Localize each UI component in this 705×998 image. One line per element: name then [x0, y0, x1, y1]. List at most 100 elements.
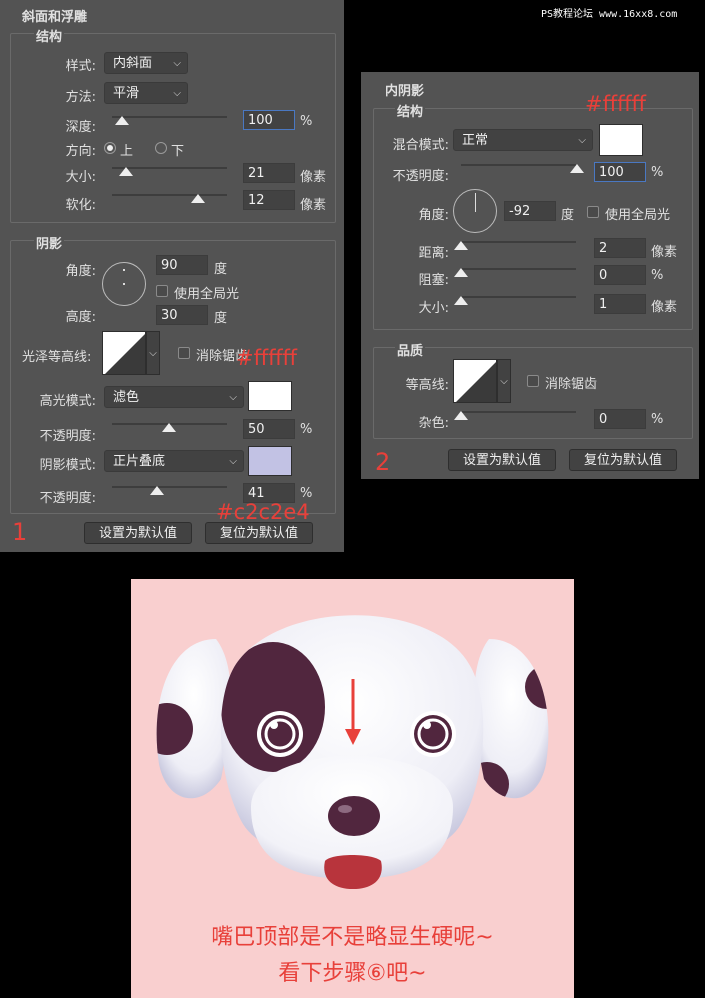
bevel-emboss-panel: 斜面和浮雕 结构 样式: 内斜面 ⌵ 方法: 平滑 ⌵ 深度: 100 % 方向… — [0, 0, 344, 552]
restore-default-button[interactable]: 复位为默认值 — [569, 449, 677, 471]
soften-label: 软化: — [65, 198, 96, 213]
depth-unit: % — [300, 114, 313, 129]
blend-mode-label: 混合模式: — [392, 138, 449, 153]
step-number-1: 1 — [12, 518, 28, 546]
distance-slider[interactable] — [461, 241, 576, 243]
restore-default-button[interactable]: 复位为默认值 — [205, 522, 313, 544]
size-label: 大小: — [418, 301, 449, 316]
chevron-down-icon: ⌵ — [229, 456, 237, 467]
highlight-mode-value: 滤色 — [113, 390, 140, 405]
size-unit: 像素 — [300, 170, 327, 185]
chevron-down-icon[interactable]: ⌵ — [497, 359, 511, 403]
style-dropdown[interactable]: 内斜面 ⌵ — [104, 52, 188, 74]
anti-alias-label: 消除锯齿 — [545, 377, 598, 392]
size-input[interactable]: 1 — [594, 294, 646, 314]
angle-dial[interactable] — [102, 262, 146, 306]
opacity-label: 不透明度: — [392, 169, 449, 184]
angle-input[interactable]: 90 — [156, 255, 208, 275]
opacity-unit: % — [651, 165, 664, 180]
reset-default-button[interactable]: 设置为默认值 — [84, 522, 192, 544]
gloss-contour-label: 光泽等高线: — [22, 350, 92, 365]
choke-input[interactable]: 0 — [594, 265, 646, 285]
global-light-label: 使用全局光 — [174, 287, 240, 302]
shadow-color-swatch[interactable] — [599, 124, 643, 156]
shadow-mode-value: 正片叠底 — [113, 454, 166, 469]
panel-header: 内阴影 — [385, 84, 425, 99]
shadow-opacity-label: 不透明度: — [39, 491, 96, 506]
distance-unit: 像素 — [651, 245, 678, 260]
noise-label: 杂色: — [418, 416, 449, 431]
highlight-mode-dropdown[interactable]: 滤色 ⌵ — [104, 386, 244, 408]
blend-mode-dropdown[interactable]: 正常 ⌵ — [453, 129, 593, 151]
distance-input[interactable]: 2 — [594, 238, 646, 258]
dog-tongue — [324, 855, 382, 889]
opacity-input[interactable]: 100 — [594, 162, 646, 182]
soften-unit: 像素 — [300, 198, 327, 213]
caption-line-2: 看下步骤⑥吧~ — [278, 961, 427, 986]
chevron-down-icon[interactable]: ⌵ — [146, 331, 160, 375]
blend-mode-value: 正常 — [462, 133, 489, 148]
direction-down-label: 下 — [171, 144, 185, 159]
direction-up-radio[interactable] — [104, 142, 116, 154]
angle-input[interactable]: -92 — [504, 201, 556, 221]
method-dropdown[interactable]: 平滑 ⌵ — [104, 82, 188, 104]
opacity-slider[interactable] — [461, 164, 576, 166]
anti-alias-checkbox[interactable] — [527, 375, 539, 387]
size-input[interactable]: 21 — [243, 163, 295, 183]
anti-alias-checkbox[interactable] — [178, 347, 190, 359]
direction-label: 方向: — [65, 144, 96, 159]
soften-slider[interactable] — [112, 194, 227, 196]
highlight-opacity-label: 不透明度: — [39, 429, 96, 444]
altitude-input[interactable]: 30 — [156, 305, 208, 325]
angle-dial[interactable] — [453, 189, 497, 233]
contour-preview[interactable] — [453, 359, 497, 403]
chevron-down-icon: ⌵ — [173, 58, 181, 69]
angle-unit: 度 — [561, 208, 575, 223]
global-light-checkbox[interactable] — [156, 285, 168, 297]
structure-title: 结构 — [34, 26, 65, 45]
noise-unit: % — [651, 412, 664, 427]
noise-slider[interactable] — [461, 411, 576, 413]
shadow-opacity-slider[interactable] — [112, 486, 227, 488]
shadow-opacity-unit: % — [300, 486, 313, 501]
choke-unit: % — [651, 268, 664, 283]
reset-default-button[interactable]: 设置为默认值 — [448, 449, 556, 471]
quality-title: 品质 — [395, 340, 426, 359]
chevron-down-icon: ⌵ — [229, 392, 237, 403]
shadow-mode-dropdown[interactable]: 正片叠底 ⌵ — [104, 450, 244, 472]
chevron-down-icon: ⌵ — [173, 88, 181, 99]
annotation-color: #ffffff — [585, 92, 647, 116]
structure-title: 结构 — [395, 101, 426, 120]
altitude-label: 高度: — [65, 310, 96, 325]
annotation-highlight-color: #ffffff — [236, 346, 298, 370]
shading-title: 阴影 — [34, 233, 65, 252]
angle-unit: 度 — [214, 262, 228, 277]
method-value: 平滑 — [113, 86, 140, 101]
size-unit: 像素 — [651, 300, 678, 315]
inner-shadow-panel: 内阴影 结构 混合模式: 正常 ⌵ 不透明度: 100 % 角度: -92 度 … — [361, 72, 699, 479]
distance-label: 距离: — [418, 246, 449, 261]
global-light-checkbox[interactable] — [587, 206, 599, 218]
shadow-color-swatch[interactable] — [248, 446, 292, 476]
angle-label: 角度: — [418, 208, 449, 223]
caption-line-1: 嘴巴顶部是不是略显生硬呢~ — [211, 925, 494, 950]
highlight-mode-label: 高光模式: — [39, 394, 96, 409]
shadow-mode-label: 阴影模式: — [39, 458, 96, 473]
step-number-2: 2 — [375, 448, 391, 476]
noise-input[interactable]: 0 — [594, 409, 646, 429]
method-label: 方法: — [65, 90, 96, 105]
size-label: 大小: — [65, 170, 96, 185]
size-slider[interactable] — [461, 296, 576, 298]
altitude-unit: 度 — [214, 311, 228, 326]
style-label: 样式: — [65, 59, 96, 74]
depth-input[interactable]: 100 — [243, 110, 295, 130]
soften-input[interactable]: 12 — [243, 190, 295, 210]
choke-slider[interactable] — [461, 268, 576, 270]
highlight-color-swatch[interactable] — [248, 381, 292, 411]
highlight-opacity-input[interactable]: 50 — [243, 419, 295, 439]
illustration-panel: 嘴巴顶部是不是略显生硬呢~ 看下步骤⑥吧~ — [131, 579, 574, 998]
style-value: 内斜面 — [113, 56, 153, 71]
direction-up-label: 上 — [120, 144, 134, 159]
gloss-contour-preview[interactable] — [102, 331, 146, 375]
direction-down-radio[interactable] — [155, 142, 167, 154]
